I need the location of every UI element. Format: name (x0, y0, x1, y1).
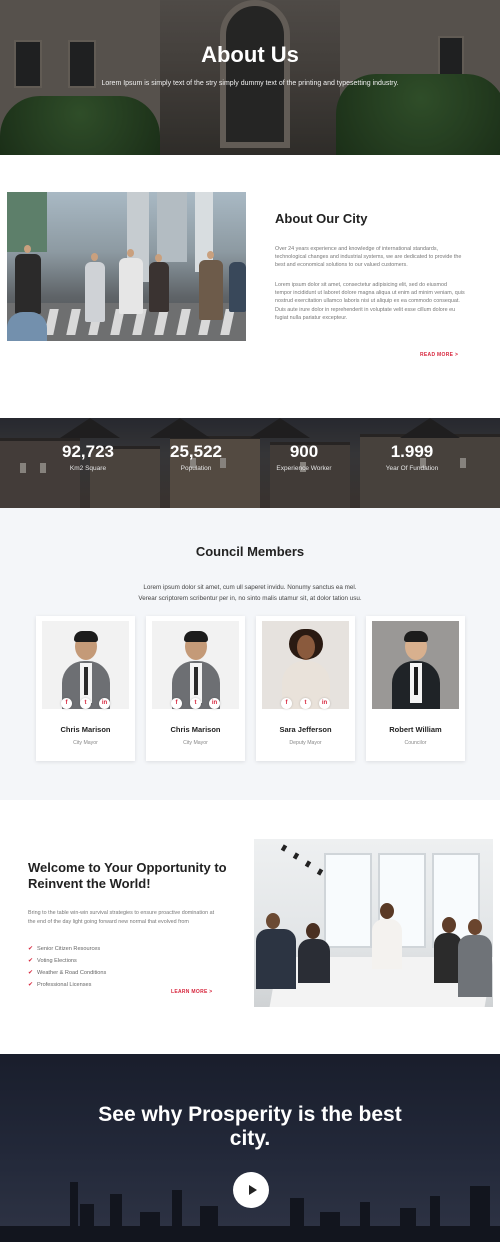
hero-banner: About Us Lorem Ipsum is simply text of t… (0, 0, 500, 155)
list-item: ✔ Professional Licenses (28, 979, 106, 991)
stat-value: 900 (289, 442, 319, 461)
stat-value: 92,723 (62, 442, 114, 461)
stat-label: Km2 Square (69, 465, 107, 472)
twitter-icon[interactable]: t (190, 698, 201, 709)
list-item: ✔ Voting Elections (28, 955, 106, 967)
member-card[interactable]: f t in Chris Marison City Mayor (36, 616, 135, 761)
learn-more-link[interactable]: LEARN MORE > (171, 989, 213, 995)
linkedin-icon[interactable]: in (209, 698, 220, 709)
member-name: Chris Marison (170, 725, 221, 734)
stat-label: Year Of Fundation (385, 465, 439, 472)
city-crowd-photo (7, 192, 246, 341)
stat-value: 1.999 (390, 442, 434, 461)
check-icon: ✔ (28, 958, 34, 964)
services-list: ✔ Senior Citizen Resources ✔ Voting Electi… (28, 943, 106, 991)
member-name: Robert William (389, 725, 442, 734)
council-intro-line-1: Lorem ipsum dolor sit amet, cum ull sape… (143, 584, 357, 591)
office-meeting-photo (254, 839, 493, 1007)
member-role: City Mayor (183, 740, 208, 746)
check-icon: ✔ (28, 970, 34, 976)
about-paragraph-2: Lorem ipsum dolor sit amet, consectetur … (275, 282, 465, 321)
opportunity-heading: Welcome to Your Opportunity to Reinvent … (28, 860, 227, 891)
member-role: Councilor (404, 740, 427, 746)
member-role: Deputy Mayor (289, 740, 322, 746)
stat-workers: 900 Experience Worker (249, 442, 359, 472)
list-item-label: Voting Elections (37, 958, 77, 964)
opportunity-paragraph: Bring to the table win-win survival stra… (28, 910, 215, 925)
about-city-heading: About Our City (275, 211, 368, 226)
linkedin-icon[interactable]: in (319, 698, 330, 709)
council-heading: Council Members (195, 544, 305, 559)
twitter-icon[interactable]: t (300, 698, 311, 709)
list-item-label: Professional Licenses (37, 982, 92, 988)
list-item-label: Senior Citizen Resources (37, 946, 101, 952)
prosperity-video-banner: See why Prosperity is the best city. (0, 1054, 500, 1242)
linkedin-icon[interactable]: in (99, 698, 110, 709)
stats-banner: 92,723 Km2 Square 25,522 Population 900 … (0, 418, 500, 508)
read-more-link[interactable]: READ MORE > (420, 352, 458, 358)
council-section: Council Members Lorem ipsum dolor sit am… (0, 508, 500, 800)
member-card[interactable]: f t in Chris Marison City Mayor (146, 616, 245, 761)
member-social-links: f t in (36, 691, 135, 709)
list-item-label: Weather & Road Conditions (37, 970, 107, 976)
list-item: ✔ Weather & Road Conditions (28, 967, 106, 979)
stat-label: Population (180, 465, 212, 472)
page-title: About Us (201, 42, 299, 67)
member-role: City Mayor (73, 740, 98, 746)
stat-value: 25,522 (170, 442, 222, 461)
facebook-icon[interactable]: f (171, 698, 182, 709)
member-photo (372, 621, 459, 709)
council-intro-line-2: Verear scriptorem scribentur per in, no … (138, 595, 362, 602)
play-icon (248, 1185, 257, 1195)
member-card[interactable]: f t in Sara Jefferson Deputy Mayor (256, 616, 355, 761)
play-video-button[interactable] (233, 1172, 269, 1208)
list-item: ✔ Senior Citizen Resources (28, 943, 106, 955)
facebook-icon[interactable]: f (281, 698, 292, 709)
member-card[interactable]: Robert William Councilor (366, 616, 465, 761)
hero-subtitle: Lorem Ipsum is simply text of the stry s… (101, 80, 399, 87)
check-icon: ✔ (28, 982, 34, 988)
facebook-icon[interactable]: f (61, 698, 72, 709)
stat-label: Experience Worker (276, 465, 332, 472)
about-paragraph-1: Over 24 years experience and knowledge o… (275, 246, 462, 269)
stat-area: 92,723 Km2 Square (33, 442, 143, 472)
twitter-icon[interactable]: t (80, 698, 91, 709)
prosperity-heading: See why Prosperity is the best city. (98, 1103, 402, 1150)
member-social-links: f t in (146, 691, 245, 709)
member-name: Chris Marison (60, 725, 111, 734)
member-social-links: f t in (256, 691, 355, 709)
stat-population: 25,522 Population (141, 442, 251, 472)
member-name: Sara Jefferson (279, 725, 332, 734)
stat-foundation: 1.999 Year Of Fundation (357, 442, 467, 472)
check-icon: ✔ (28, 946, 34, 952)
